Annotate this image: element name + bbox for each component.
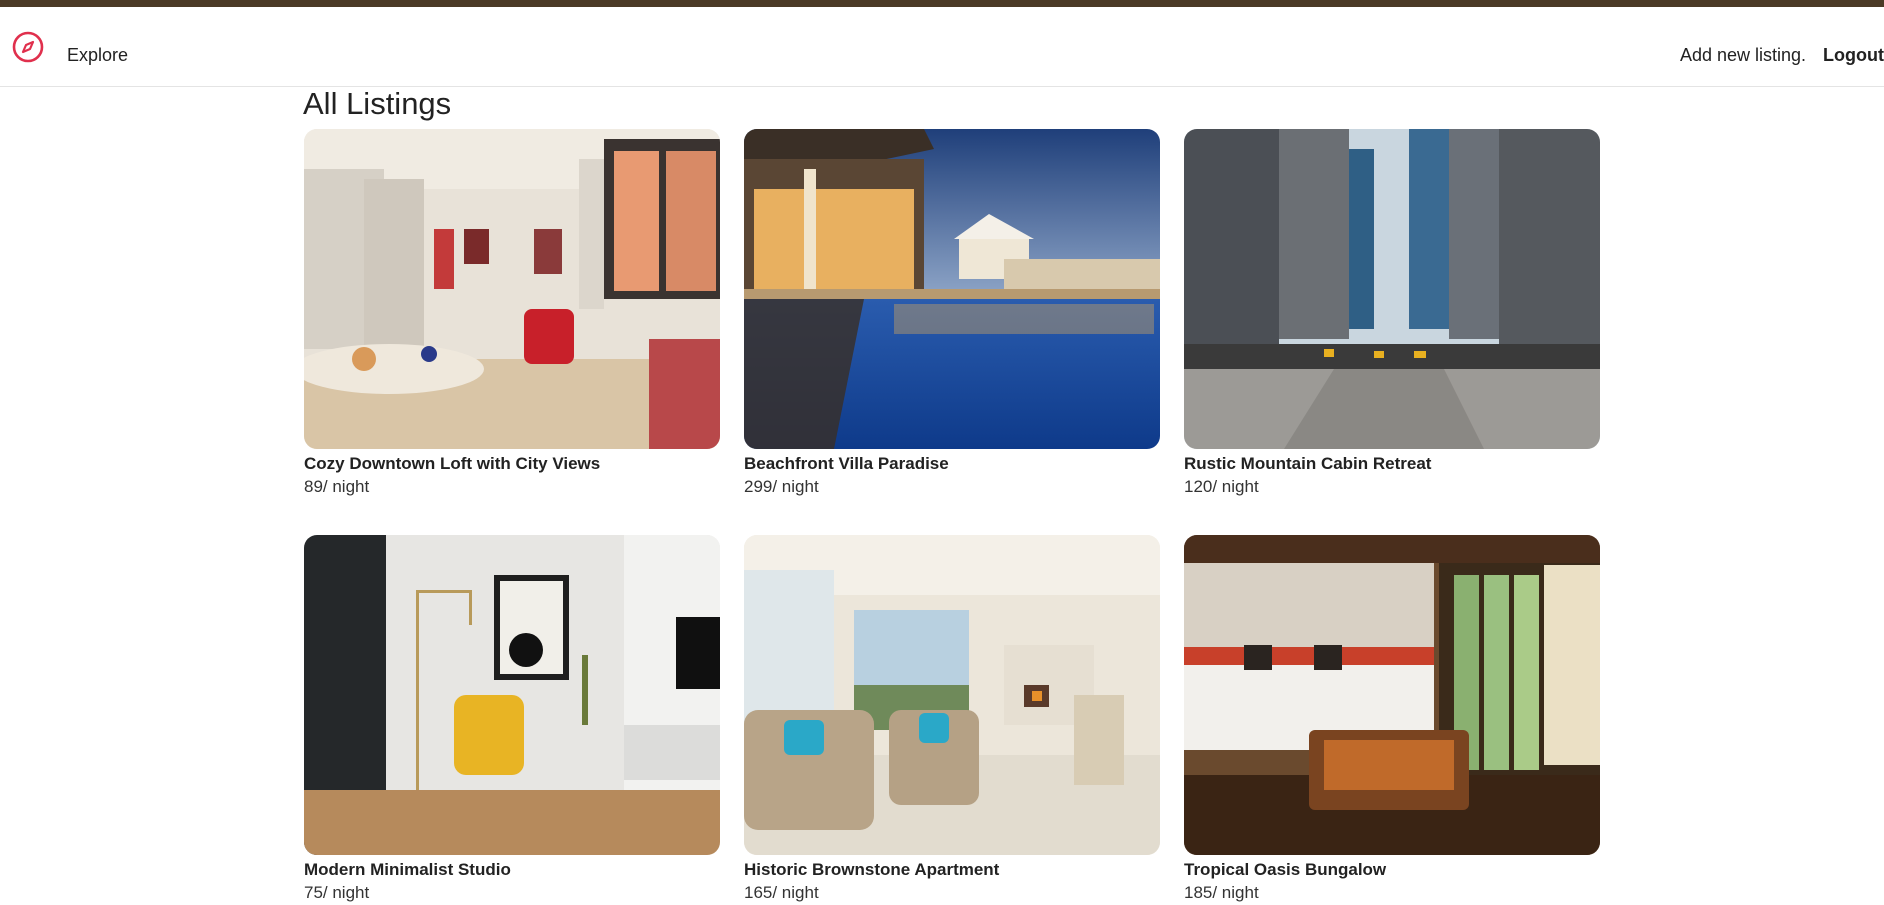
listing-card[interactable]: Rustic Mountain Cabin Retreat 120/ night xyxy=(1184,129,1600,499)
listing-title[interactable]: Historic Brownstone Apartment xyxy=(744,859,1160,881)
nav-right-links: Add new listing. Logout xyxy=(1680,45,1884,66)
listing-title[interactable]: Beachfront Villa Paradise xyxy=(744,453,1160,475)
logout-link[interactable]: Logout xyxy=(1823,45,1884,66)
page-title: All Listings xyxy=(303,86,452,121)
listing-price: 89/ night xyxy=(304,477,370,496)
listing-title[interactable]: Tropical Oasis Bungalow xyxy=(1184,859,1600,881)
listing-price: 75/ night xyxy=(304,883,370,902)
listing-price: 165/ night xyxy=(744,883,819,902)
listing-image[interactable] xyxy=(304,129,720,449)
listing-price: 185/ night xyxy=(1184,883,1259,902)
compass-icon[interactable] xyxy=(11,30,45,64)
listing-card[interactable]: Beachfront Villa Paradise 299/ night xyxy=(744,129,1160,499)
listing-image[interactable] xyxy=(1184,535,1600,855)
navbar: Explore Add new listing. Logout xyxy=(0,7,1884,87)
listing-image[interactable] xyxy=(304,535,720,855)
listing-card[interactable]: Cozy Downtown Loft with City Views 89/ n… xyxy=(304,129,720,499)
listing-title[interactable]: Modern Minimalist Studio xyxy=(304,859,720,881)
listing-card[interactable]: Modern Minimalist Studio 75/ night xyxy=(304,535,720,905)
listing-card[interactable]: Historic Brownstone Apartment 165/ night xyxy=(744,535,1160,905)
top-accent-bar xyxy=(0,0,1884,7)
nav-explore-link[interactable]: Explore xyxy=(67,45,128,66)
listing-image[interactable] xyxy=(744,129,1160,449)
add-listing-link[interactable]: Add new listing. xyxy=(1680,45,1806,66)
listing-price: 299/ night xyxy=(744,477,819,496)
listing-price: 120/ night xyxy=(1184,477,1259,496)
listing-image[interactable] xyxy=(744,535,1160,855)
listing-title[interactable]: Rustic Mountain Cabin Retreat xyxy=(1184,453,1600,475)
listing-image[interactable] xyxy=(1184,129,1600,449)
listing-card[interactable]: Tropical Oasis Bungalow 185/ night xyxy=(1184,535,1600,905)
listing-title[interactable]: Cozy Downtown Loft with City Views xyxy=(304,453,720,475)
listings-grid: Cozy Downtown Loft with City Views 89/ n… xyxy=(304,129,1600,905)
